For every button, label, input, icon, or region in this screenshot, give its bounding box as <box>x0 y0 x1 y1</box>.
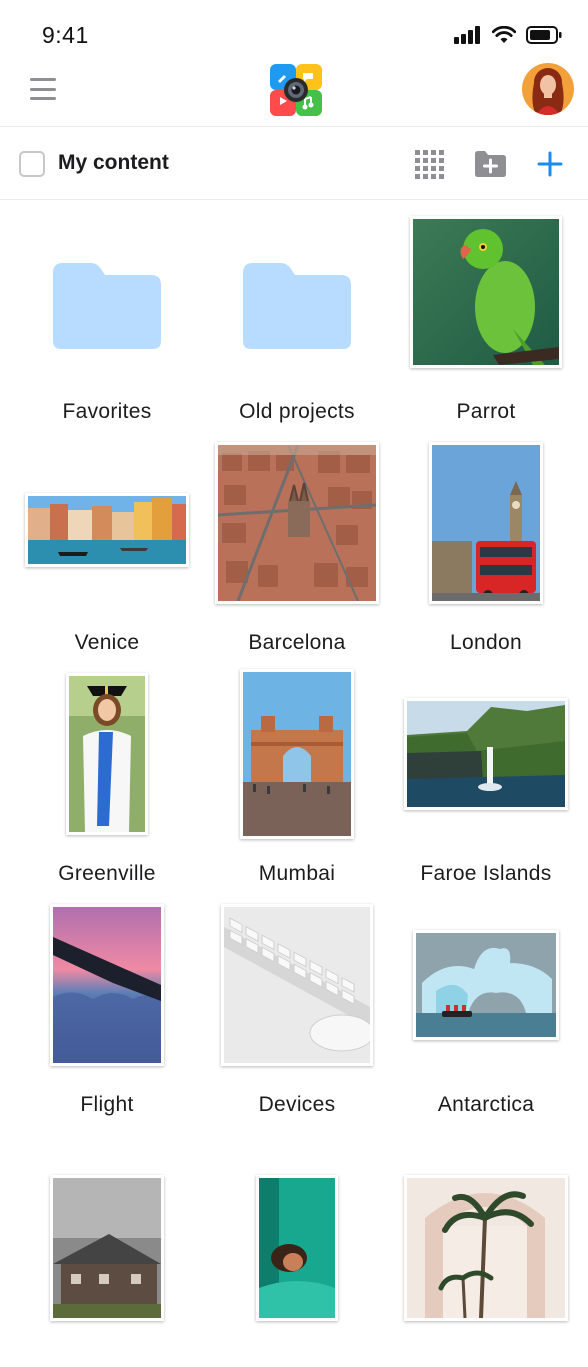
photo-thumbnail[interactable] <box>404 1175 568 1321</box>
camera-collage-app-icon[interactable] <box>270 64 322 116</box>
content-toolbar: My content <box>0 126 588 200</box>
photo-palm-arch[interactable] <box>391 1136 581 1367</box>
photo-faroe-islands[interactable]: Faroe Islands <box>391 674 581 905</box>
folder-old-projects[interactable]: Old projects <box>202 212 392 443</box>
photo-thumbnail[interactable] <box>404 698 568 810</box>
photo-portrait-teal[interactable] <box>202 1136 392 1367</box>
photo-thumbnail[interactable] <box>410 216 562 368</box>
signal-icon <box>454 26 480 44</box>
photo-mumbai[interactable]: Mumbai <box>202 669 392 905</box>
photo-thumbnail[interactable] <box>240 669 354 839</box>
photo-cabin[interactable] <box>12 1136 202 1367</box>
status-time: 9:41 <box>42 22 89 48</box>
item-label: Flight <box>80 1093 134 1116</box>
photo-thumbnail[interactable] <box>215 442 379 604</box>
photo-flight[interactable]: Flight <box>12 904 202 1136</box>
photo-devices[interactable]: Devices <box>202 904 392 1136</box>
photo-barcelona[interactable]: Barcelona <box>202 442 392 674</box>
app-header <box>0 60 588 126</box>
photo-thumbnail[interactable] <box>25 493 189 567</box>
battery-icon <box>526 26 562 44</box>
photo-thumbnail[interactable] <box>256 1175 338 1321</box>
status-icons <box>454 26 562 44</box>
folder-icon[interactable] <box>243 263 351 351</box>
status-bar: 9:41 <box>0 0 588 60</box>
photo-thumbnail[interactable] <box>221 904 373 1066</box>
photo-london[interactable]: London <box>391 442 581 674</box>
toolbar-title: My content <box>58 151 169 174</box>
item-label: Greenville <box>58 862 156 885</box>
new-folder-icon[interactable] <box>473 150 507 178</box>
folder-icon[interactable] <box>53 263 161 351</box>
photo-parrot[interactable]: Parrot <box>391 212 581 443</box>
photo-venice[interactable]: Venice <box>12 443 202 674</box>
item-label: Favorites <box>62 400 152 423</box>
item-label: Old projects <box>239 400 355 423</box>
add-plus-icon[interactable] <box>537 151 563 177</box>
photo-thumbnail[interactable] <box>50 904 164 1066</box>
wifi-icon <box>492 26 516 43</box>
item-label: Parrot <box>456 400 516 423</box>
photo-thumbnail[interactable] <box>50 1175 164 1321</box>
photo-greenville[interactable]: Greenville <box>12 673 202 905</box>
item-label: Mumbai <box>258 862 336 885</box>
photo-thumbnail[interactable] <box>429 442 543 604</box>
item-label: London <box>450 631 522 654</box>
item-label: Barcelona <box>248 631 346 654</box>
photo-thumbnail[interactable] <box>66 673 148 835</box>
select-all-checkbox[interactable] <box>19 151 45 177</box>
grid-view-icon[interactable] <box>414 149 444 179</box>
user-avatar[interactable] <box>522 63 574 115</box>
photo-antarctica[interactable]: Antarctica <box>391 905 581 1136</box>
folder-favorites[interactable]: Favorites <box>12 212 202 443</box>
hamburger-menu-icon[interactable] <box>30 78 56 100</box>
item-label: Antarctica <box>437 1093 535 1116</box>
item-label: Devices <box>258 1093 336 1116</box>
item-label: Faroe Islands <box>420 862 552 885</box>
photo-thumbnail[interactable] <box>413 930 559 1040</box>
item-label: Venice <box>74 631 140 654</box>
